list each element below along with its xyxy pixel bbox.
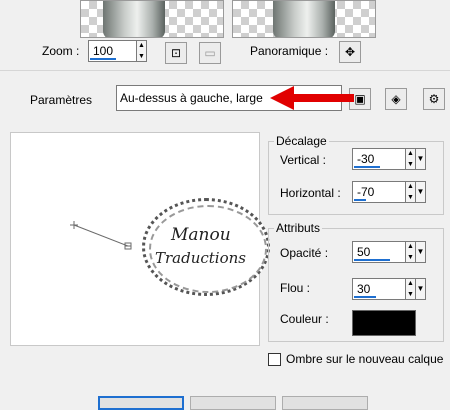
flou-value: 30 xyxy=(357,282,371,296)
fit-icon: ⊡ xyxy=(170,46,182,60)
zoom-label: Zoom : xyxy=(42,44,80,58)
zoom-spinner[interactable]: ▲ ▼ xyxy=(136,40,147,62)
opacite-label: Opacité : xyxy=(280,246,329,260)
reset-button[interactable]: ◈ xyxy=(385,88,407,110)
chevron-down-icon[interactable]: ▼ xyxy=(416,181,426,203)
opacite-input[interactable]: 50 ▲ ▼ ▼ xyxy=(352,241,426,263)
couleur-swatch[interactable] xyxy=(352,310,416,336)
flou-level-bar xyxy=(354,296,376,298)
chevron-down-icon[interactable]: ▼ xyxy=(416,278,426,300)
horizontal-spinner[interactable]: ▲ ▼ xyxy=(405,181,416,203)
horizontal-label: Horizontal : xyxy=(280,186,341,200)
attributs-title: Attributs xyxy=(274,221,323,235)
parametres-value: Au-dessus à gauche, large xyxy=(120,91,263,105)
watermark-line2: Traductions xyxy=(155,249,246,267)
horizontal-input[interactable]: -70 ▲ ▼ ▼ xyxy=(352,181,426,203)
settings-icon: ⚙ xyxy=(428,92,440,106)
spin-down-icon[interactable]: ▼ xyxy=(407,253,414,262)
panoramique-label: Panoramique : xyxy=(250,44,329,58)
vertical-level-bar xyxy=(354,166,380,168)
flou-input[interactable]: 30 ▲ ▼ ▼ xyxy=(352,278,426,300)
chevron-down-icon[interactable]: ▼ xyxy=(416,148,426,170)
ok-button[interactable] xyxy=(98,396,184,410)
zoom-input[interactable]: 100 ▲ ▼ xyxy=(88,40,147,62)
vertical-label: Vertical : xyxy=(280,153,327,167)
chevron-down-icon[interactable]: ▼ xyxy=(416,241,426,263)
ombre-checkbox[interactable] xyxy=(268,353,281,366)
spin-down-icon[interactable]: ▼ xyxy=(138,52,145,61)
zoom-actual-button[interactable]: ▭ xyxy=(199,42,221,64)
spin-up-icon[interactable]: ▲ xyxy=(407,242,414,251)
opacite-level-bar xyxy=(354,259,390,261)
preview-before xyxy=(80,0,224,38)
horizontal-level-bar xyxy=(354,199,366,201)
spin-up-icon[interactable]: ▲ xyxy=(138,41,145,50)
vertical-input[interactable]: -30 ▲ ▼ ▼ xyxy=(352,148,426,170)
watermark-line1: Manou xyxy=(171,225,231,245)
couleur-label: Couleur : xyxy=(280,312,329,326)
spin-down-icon[interactable]: ▼ xyxy=(407,193,414,202)
preview-after xyxy=(232,0,376,38)
divider xyxy=(0,70,450,71)
zoom-actual-icon: ▭ xyxy=(204,46,216,60)
opacite-spinner[interactable]: ▲ ▼ xyxy=(405,241,416,263)
zoom-value: 100 xyxy=(93,44,114,58)
help-button[interactable] xyxy=(282,396,368,410)
horizontal-value: -70 xyxy=(357,185,375,199)
red-arrow-icon xyxy=(270,86,354,110)
decalage-title: Décalage xyxy=(274,134,329,148)
spin-up-icon[interactable]: ▲ xyxy=(407,182,414,191)
cancel-button[interactable] xyxy=(190,396,276,410)
zoom-fit-button[interactable]: ⊡ xyxy=(165,42,187,64)
ombre-label: Ombre sur le nouveau calque xyxy=(286,352,444,366)
flou-label: Flou : xyxy=(280,281,311,295)
save-preset-icon: ▣ xyxy=(354,92,366,106)
vertical-value: -30 xyxy=(357,152,375,166)
vertical-spinner[interactable]: ▲ ▼ xyxy=(405,148,416,170)
spin-down-icon[interactable]: ▼ xyxy=(407,160,414,169)
watermark-seal: Manou Traductions xyxy=(142,198,270,296)
spin-down-icon[interactable]: ▼ xyxy=(407,290,414,299)
pan-button[interactable]: ✥ xyxy=(339,41,361,63)
zoom-level-bar xyxy=(90,58,116,60)
flou-spinner[interactable]: ▲ ▼ xyxy=(405,278,416,300)
pan-icon: ✥ xyxy=(344,45,356,59)
settings-button[interactable]: ⚙ xyxy=(423,88,445,110)
opacite-value: 50 xyxy=(357,245,371,259)
spin-up-icon[interactable]: ▲ xyxy=(407,279,414,288)
parametres-label: Paramètres xyxy=(30,93,93,107)
reset-icon: ◈ xyxy=(391,92,401,106)
spin-up-icon[interactable]: ▲ xyxy=(407,149,414,158)
